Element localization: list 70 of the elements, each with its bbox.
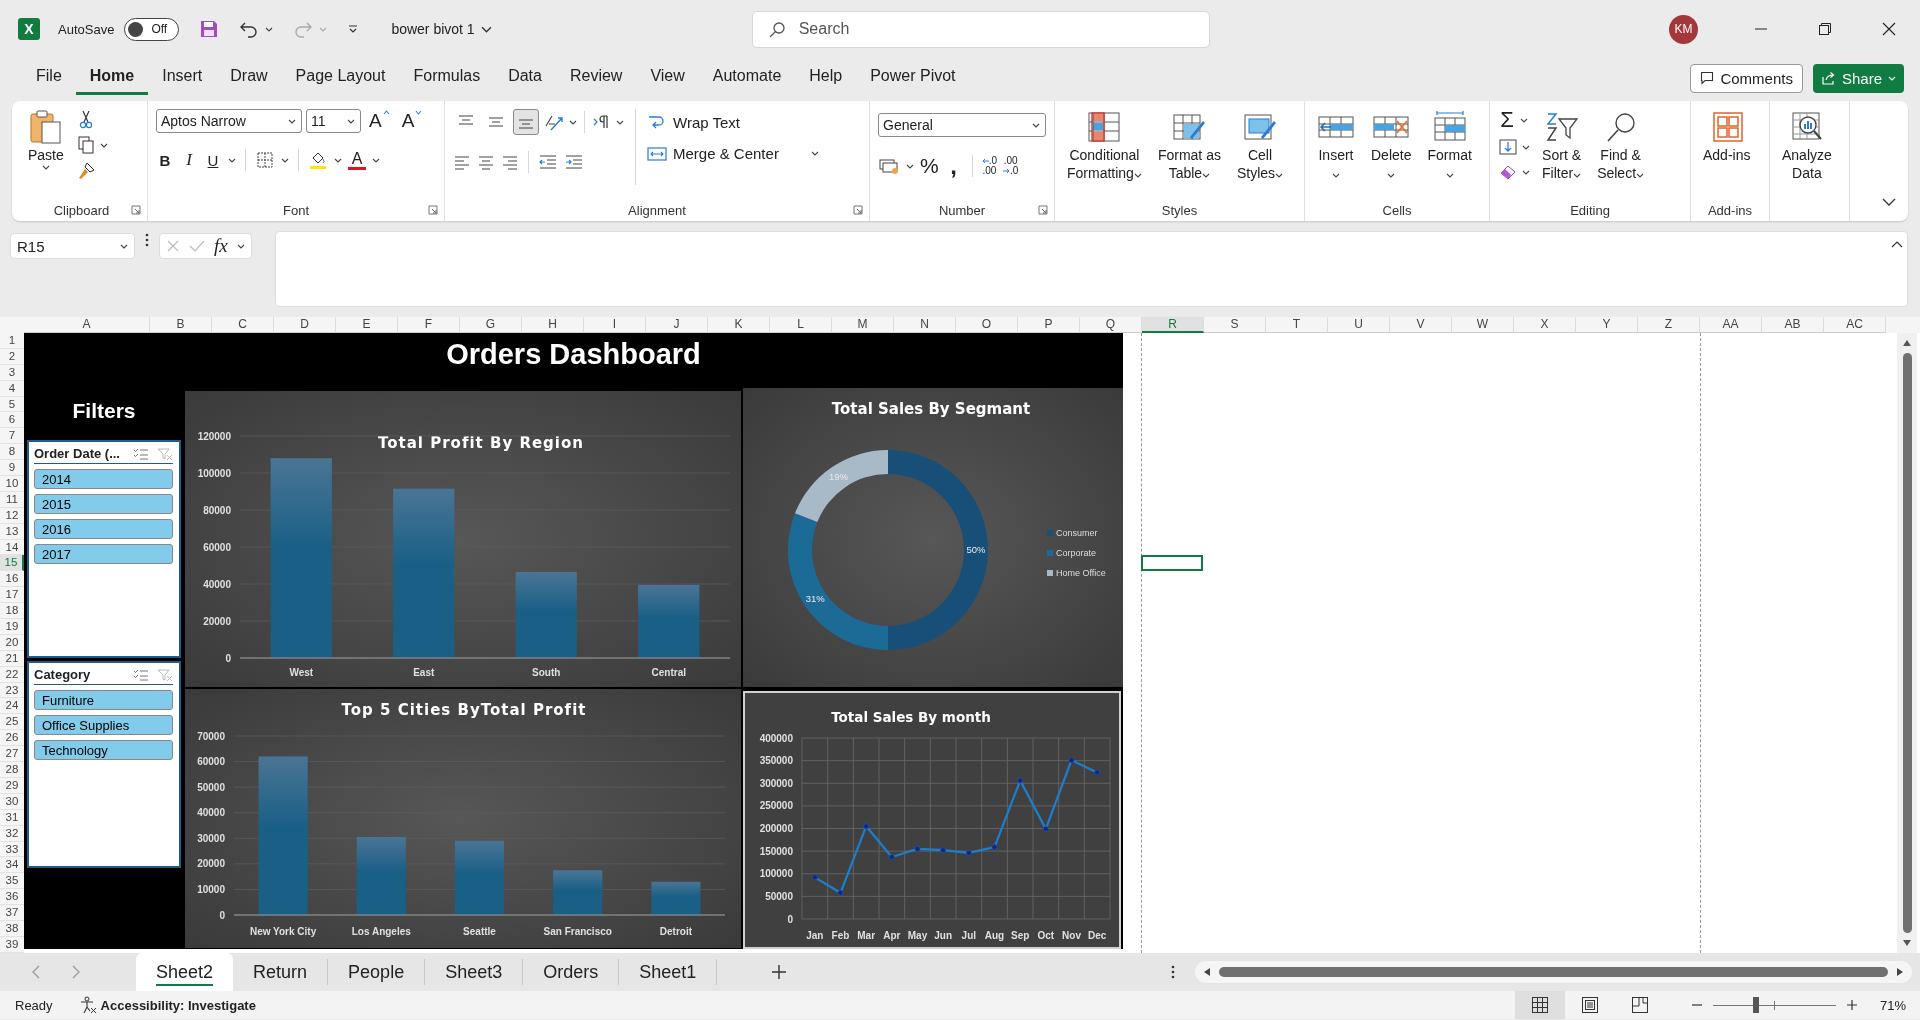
axis-label: 50000 bbox=[197, 781, 225, 793]
axis-label: 10000 bbox=[197, 883, 225, 895]
autosave-label: AutoSave bbox=[58, 21, 115, 37]
axis-label: 0 bbox=[225, 652, 231, 664]
axis-label: 40000 bbox=[197, 807, 225, 819]
axis-label: Central bbox=[651, 667, 686, 678]
axis-label: 40000 bbox=[203, 578, 231, 590]
group-label: Add-ins bbox=[1707, 202, 1753, 218]
legend-label: Corporate bbox=[1056, 548, 1097, 558]
axis-label: 60000 bbox=[197, 756, 225, 768]
axis-label: 150000 bbox=[759, 845, 793, 857]
axis-label: Seattle bbox=[463, 926, 496, 937]
group-label: Alignment bbox=[628, 202, 686, 218]
axis-label: Oct bbox=[1037, 930, 1055, 941]
slicer-title: Category bbox=[34, 667, 92, 682]
axis-label: 350000 bbox=[759, 755, 793, 767]
axis-label: May bbox=[907, 930, 928, 941]
axis-label: Apr bbox=[883, 930, 901, 941]
group-label: Number bbox=[938, 202, 986, 218]
axis-label: 80000 bbox=[203, 504, 231, 516]
chart-title: Top 5 Cities ByTotal Profit bbox=[341, 701, 587, 719]
chart-title: Total Profit By Region bbox=[378, 434, 584, 452]
axis-label: 50000 bbox=[765, 890, 793, 902]
axis-label: Feb bbox=[831, 930, 850, 941]
axis-label: 200000 bbox=[759, 823, 793, 834]
axis-label: Mar bbox=[857, 930, 876, 941]
legend-label: Home Office bbox=[1056, 568, 1106, 578]
group-label: Styles bbox=[1161, 202, 1198, 218]
app-logo: X bbox=[18, 18, 40, 40]
axis-label: 0 bbox=[219, 909, 225, 921]
axis-label: Sep bbox=[1011, 930, 1030, 941]
filters-heading: Filters bbox=[71, 399, 137, 423]
axis-label: 120000 bbox=[197, 430, 231, 442]
chart-title: Total Sales By month bbox=[831, 709, 991, 725]
group-label: Cells bbox=[1382, 202, 1412, 218]
axis-label: 0 bbox=[787, 913, 793, 925]
axis-label: San Francisco bbox=[543, 926, 612, 937]
axis-label: Dec bbox=[1088, 930, 1107, 941]
axis-label: 70000 bbox=[197, 730, 225, 742]
axis-label: 100000 bbox=[197, 467, 231, 479]
axis-label: Nov bbox=[1062, 930, 1081, 941]
axis-label: New York City bbox=[249, 926, 317, 937]
axis-label: 20000 bbox=[203, 615, 231, 627]
axis-label: Detroit bbox=[659, 926, 692, 937]
slicer-title: Order Date (... bbox=[34, 446, 121, 461]
axis-label: 30000 bbox=[197, 832, 225, 844]
group-label: Font bbox=[283, 202, 309, 218]
axis-label: West bbox=[289, 667, 314, 678]
axis-label: Jul bbox=[961, 930, 977, 941]
dashboard-title: Orders Dashboard bbox=[445, 338, 702, 371]
data-label: 19% bbox=[829, 471, 849, 483]
axis-label: 300000 bbox=[759, 777, 793, 789]
data-label: 50% bbox=[966, 544, 986, 555]
axis-label: South bbox=[532, 667, 561, 678]
group-label: Editing bbox=[1570, 202, 1610, 218]
axis-label: 20000 bbox=[197, 858, 225, 870]
axis-label: Los Angeles bbox=[351, 926, 411, 937]
axis-label: Jan bbox=[806, 930, 824, 941]
chart-title: Total Sales By Segmant bbox=[831, 400, 1031, 418]
axis-label: 250000 bbox=[759, 800, 793, 812]
axis-label: 60000 bbox=[203, 541, 231, 553]
legend-label: Consumer bbox=[1056, 528, 1098, 538]
data-label: 31% bbox=[805, 593, 825, 605]
axis-label: Aug bbox=[984, 930, 1005, 941]
axis-label: Jun bbox=[934, 930, 953, 941]
axis-label: East bbox=[413, 667, 435, 678]
axis-label: 400000 bbox=[759, 732, 793, 744]
axis-label: 100000 bbox=[759, 868, 793, 880]
status-text: Ready bbox=[15, 997, 53, 1013]
group-label: Clipboard bbox=[53, 202, 110, 218]
